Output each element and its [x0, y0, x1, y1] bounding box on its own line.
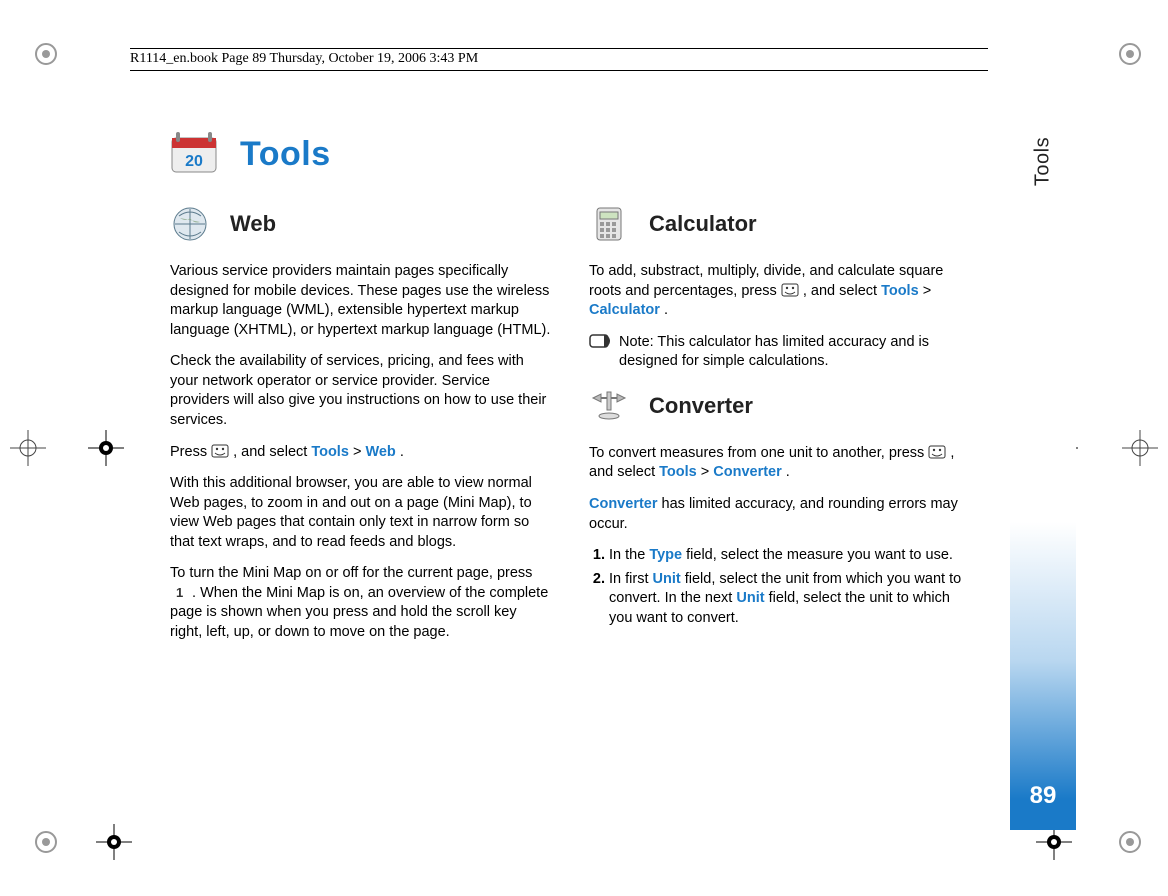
- link-tools: Tools: [881, 283, 919, 299]
- right-column: Calculator To add, substract, multiply, …: [589, 204, 970, 655]
- crop-mark-icon: [28, 824, 64, 860]
- converter-p2: Converter has limited accuracy, and roun…: [589, 495, 970, 534]
- converter-icon: [589, 386, 629, 426]
- page-content: 20 Tools Web Various service providers m…: [170, 130, 970, 655]
- menu-key-icon: [211, 444, 229, 458]
- side-tab: Tools 89: [1010, 60, 1076, 830]
- converter-heading: Converter: [649, 391, 753, 421]
- link-tools: Tools: [311, 444, 349, 460]
- web-p3: Press , and select Tools > Web .: [170, 443, 551, 463]
- link-converter: Converter: [589, 496, 658, 512]
- link-tools: Tools: [659, 464, 697, 480]
- menu-key-icon: [928, 445, 946, 459]
- side-tab-label: Tools: [1032, 137, 1055, 186]
- svg-text:1: 1: [176, 585, 183, 599]
- page-title: Tools: [240, 135, 331, 174]
- web-p1: Various service providers maintain pages…: [170, 262, 551, 340]
- web-p4: With this additional browser, you are ab…: [170, 474, 551, 552]
- calculator-heading: Calculator: [649, 209, 757, 239]
- field-type: Type: [649, 547, 682, 563]
- web-p2: Check the availability of services, pric…: [170, 352, 551, 430]
- link-converter: Converter: [713, 464, 782, 480]
- key-1-icon: 1: [170, 585, 188, 599]
- svg-text:20: 20: [185, 153, 203, 170]
- crop-mark-icon: [10, 430, 46, 466]
- calculator-icon: [589, 204, 629, 244]
- menu-key-icon: [781, 283, 799, 297]
- crop-mark-icon: [88, 430, 124, 466]
- crop-mark-icon: [1112, 824, 1148, 860]
- converter-step-1: In the Type field, select the measure yo…: [609, 546, 970, 566]
- crop-mark-icon: [1112, 36, 1148, 72]
- web-p5: To turn the Mini Map on or off for the c…: [170, 564, 551, 642]
- crop-mark-icon: [28, 36, 64, 72]
- crop-mark-icon: [1122, 430, 1158, 466]
- converter-p1: To convert measures from one unit to ano…: [589, 444, 970, 483]
- field-unit: Unit: [653, 571, 681, 587]
- calculator-p1: To add, substract, multiply, divide, and…: [589, 262, 970, 321]
- field-unit: Unit: [736, 590, 764, 606]
- calendar-icon: 20: [170, 130, 222, 178]
- link-web: Web: [365, 444, 395, 460]
- doc-path-text: R1114_en.book Page 89 Thursday, October …: [130, 51, 478, 66]
- doc-path: R1114_en.book Page 89 Thursday, October …: [130, 48, 988, 71]
- web-heading: Web: [230, 209, 276, 239]
- crop-mark-icon: [96, 824, 132, 860]
- calculator-note: Note: This calculator has limited accura…: [589, 333, 970, 372]
- converter-step-2: In first Unit field, select the unit fro…: [609, 570, 970, 629]
- globe-icon: [170, 204, 210, 244]
- page-number: 89: [1010, 782, 1076, 810]
- note-icon: [589, 333, 611, 372]
- section-web: Web Various service providers maintain p…: [170, 204, 551, 655]
- converter-steps: In the Type field, select the measure yo…: [589, 546, 970, 628]
- link-calculator: Calculator: [589, 302, 660, 318]
